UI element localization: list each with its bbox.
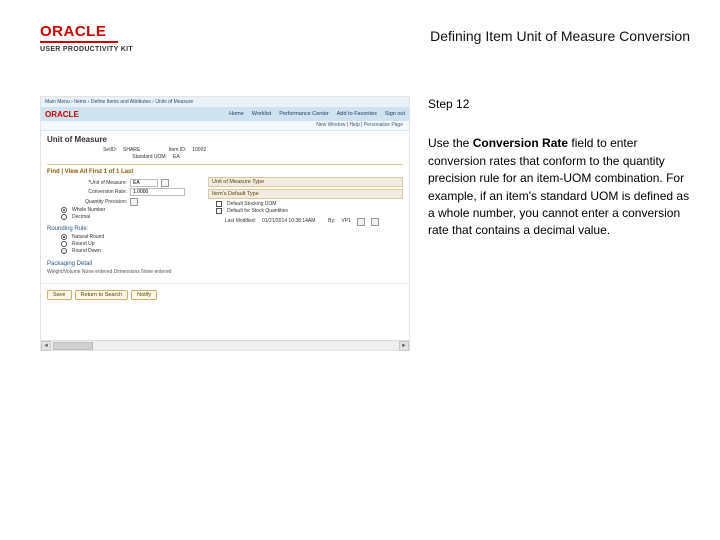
notify-button[interactable]: Notify xyxy=(131,290,157,300)
last-modified: Last Modified: 01/21/2014 10:38:14AM By:… xyxy=(208,218,403,226)
breadcrumb: Main Menu › Items › Define Items and Att… xyxy=(41,97,409,107)
setid-value: SHARE xyxy=(123,147,140,153)
divider xyxy=(47,164,403,165)
packaging-detail: Weight/Volume None entered Dimensions No… xyxy=(47,269,403,275)
round-up[interactable]: Round Up xyxy=(61,241,202,247)
pane-right: Unit of Measure Type Item's Default Type… xyxy=(208,177,403,255)
qtyprec-dropdown-icon[interactable] xyxy=(130,198,138,206)
rounding-label: Rounding Rule: xyxy=(47,226,202,232)
action-buttons: Save Return to Search Notify xyxy=(41,283,409,304)
rounding-options: Natural Round Round Up Round Down xyxy=(53,234,202,254)
summary-stduom: Standard UOM: EA xyxy=(47,154,403,160)
default-order-uom[interactable]: Default for Stock Quantities xyxy=(216,208,403,214)
page-title: Defining Item Unit of Measure Conversion xyxy=(430,28,690,44)
instruction-suffix: field to enter conversion rates that con… xyxy=(428,136,689,237)
instruction-text: Use the Conversion Rate field to enter c… xyxy=(428,135,690,239)
round-down[interactable]: Round Down xyxy=(61,248,202,254)
pane-left: *Unit of Measure: Conversion Rate: Quant… xyxy=(47,177,202,255)
qtyprec-options: Whole Number Decimal xyxy=(53,207,202,220)
return-button[interactable]: Return to Search xyxy=(75,290,129,300)
lastmod-label: Last Modified: xyxy=(208,218,256,226)
round-opt2-label: Round Up xyxy=(72,241,95,247)
scroll-right-arrow-icon[interactable]: ► xyxy=(399,341,409,351)
app-subbar: New Window | Help | Personalize Page xyxy=(41,121,409,131)
itemid-value: 10002 xyxy=(192,147,206,153)
def-order-label: Default for Stock Quantities xyxy=(227,208,288,214)
save-button[interactable]: Save xyxy=(47,290,72,300)
nav-signout[interactable]: Sign out xyxy=(385,111,405,117)
stduom-value: EA xyxy=(173,154,180,160)
uom-type-box: Unit of Measure Type xyxy=(208,177,403,187)
round-opt1-label: Natural Round xyxy=(72,234,104,240)
lookup-icon[interactable] xyxy=(161,179,169,187)
uom-field: *Unit of Measure: xyxy=(47,179,202,187)
default-stock-uom[interactable]: Default Stocking UOM xyxy=(216,201,403,207)
nav-perf[interactable]: Performance Center xyxy=(279,111,329,117)
qtyprec-opt2-label: Decimal xyxy=(72,214,90,220)
packaging-section: Packaging Detail xyxy=(47,261,403,267)
by-label: By: xyxy=(321,218,335,226)
conversion-rate-input[interactable] xyxy=(130,188,185,196)
add-row-icon[interactable] xyxy=(357,218,365,226)
itemid-label: Item ID: xyxy=(146,147,186,153)
app-header: ORACLE Home Worklist Performance Center … xyxy=(41,107,409,121)
oracle-logo: ORACLE xyxy=(40,24,133,39)
uom-label: *Unit of Measure: xyxy=(47,180,127,186)
setid-label: SetID: xyxy=(47,147,117,153)
horizontal-scrollbar[interactable]: ◄ ► xyxy=(41,340,409,350)
main-area: Main Menu › Items › Define Items and Att… xyxy=(40,96,690,351)
delete-row-icon[interactable] xyxy=(371,218,379,226)
section-title: Unit of Measure xyxy=(47,135,403,144)
round-natural[interactable]: Natural Round xyxy=(61,234,202,240)
convrate-label: Conversion Rate: xyxy=(47,189,127,195)
nav-favorites[interactable]: Add to Favorites xyxy=(337,111,377,117)
lastmod-value: 01/21/2014 10:38:14AM xyxy=(262,218,315,226)
oracle-logo-bar xyxy=(40,41,118,43)
app-window: Main Menu › Items › Define Items and Att… xyxy=(40,96,410,351)
summary-setid: SetID: SHARE Item ID: 10002 xyxy=(47,147,403,153)
nav-home[interactable]: Home xyxy=(229,111,244,117)
tab-strip: Find | View All First 1 of 1 Last xyxy=(47,169,403,175)
convrate-field: Conversion Rate: xyxy=(47,188,202,196)
app-brand-logo: ORACLE xyxy=(45,110,79,119)
brand-block: ORACLE USER PRODUCTIVITY KIT xyxy=(40,24,133,53)
instruction-prefix: Use the xyxy=(428,136,473,150)
instruction-column: Step 12 Use the Conversion Rate field to… xyxy=(428,96,690,351)
stduom-label: Standard UOM: xyxy=(47,154,167,160)
round-opt3-label: Round Down xyxy=(72,248,101,254)
scroll-thumb[interactable] xyxy=(53,342,93,350)
qtyprec-whole[interactable]: Whole Number xyxy=(61,207,202,213)
uom-input[interactable] xyxy=(130,179,158,187)
qtyprec-field: Quantity Precision: xyxy=(47,198,202,206)
by-value: VP1 xyxy=(341,218,350,226)
nav-worklist[interactable]: Worklist xyxy=(252,111,271,117)
upk-subtitle: USER PRODUCTIVITY KIT xyxy=(40,46,133,53)
default-type-box: Item's Default Type xyxy=(208,189,403,199)
scroll-left-arrow-icon[interactable]: ◄ xyxy=(41,341,51,351)
qtyprec-decimal[interactable]: Decimal xyxy=(61,214,202,220)
app-body: Unit of Measure SetID: SHARE Item ID: 10… xyxy=(41,131,409,283)
app-preview-column: Main Menu › Items › Define Items and Att… xyxy=(40,96,410,351)
qtyprec-opt1-label: Whole Number xyxy=(72,207,105,213)
detail-panes: *Unit of Measure: Conversion Rate: Quant… xyxy=(47,177,403,255)
def-stock-label: Default Stocking UOM xyxy=(227,201,276,207)
step-label: Step 12 xyxy=(428,96,690,113)
qtyprec-label: Quantity Precision: xyxy=(47,199,127,205)
instruction-bold: Conversion Rate xyxy=(473,136,568,150)
